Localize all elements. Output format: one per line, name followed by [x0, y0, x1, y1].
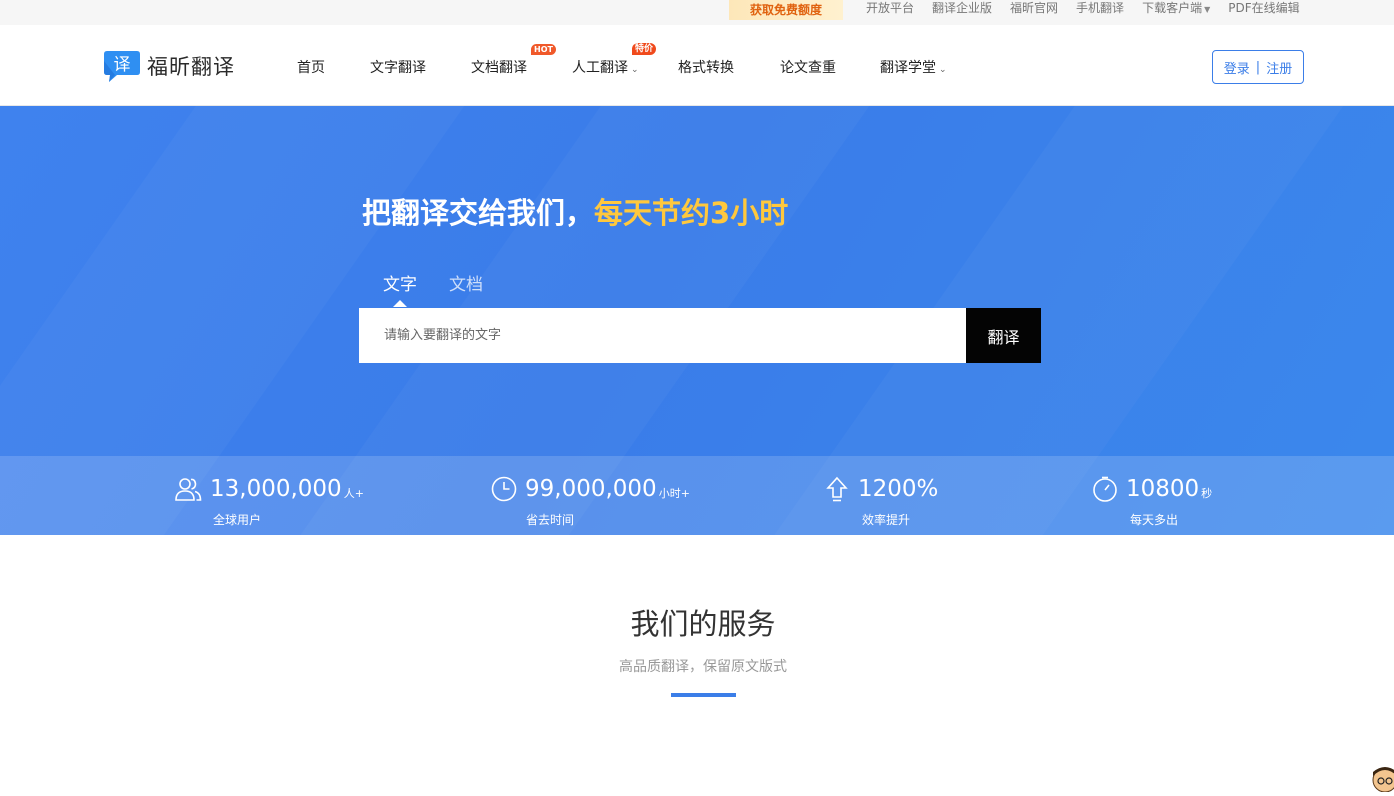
hero-banner: 把翻译交给我们，每天节约3小时 文字 文档 翻译 13,000,000 人+ 全…	[0, 106, 1394, 535]
login-register-button[interactable]: 登录 | 注册	[1212, 50, 1304, 84]
stat-time-saved: 99,000,000 小时+ 省去时间	[491, 476, 690, 527]
translate-search-box: 翻译	[359, 308, 1041, 363]
services-title: 我们的服务	[630, 607, 776, 641]
translate-mode-tabs: 文字 文档	[383, 270, 483, 307]
nav-human-translate[interactable]: 人工翻译 ⌄ 特价	[572, 43, 657, 77]
stat-label: 效率提升	[862, 513, 911, 527]
hero-title: 把翻译交给我们，每天节约3小时	[362, 190, 788, 232]
tab-document[interactable]: 文档	[449, 270, 483, 295]
nav-text-translate[interactable]: 文字翻译	[370, 57, 426, 77]
nav-human-translate-label: 人工翻译	[572, 60, 628, 76]
stat-value: 99,000,000	[525, 476, 657, 502]
main-nav: 首页 文字翻译 文档翻译 HOT 人工翻译 ⌄ 特价 格式转换 论文查重 翻译学堂…	[0, 25, 1394, 106]
stat-efficiency: 1200% 效率提升	[826, 476, 940, 527]
register-link[interactable]: 注册	[1266, 58, 1292, 77]
users-icon	[175, 478, 202, 501]
nav-doc-translate-label: 文档翻译	[471, 60, 527, 76]
free-quota-link[interactable]: 获取免费额度	[729, 0, 843, 20]
stat-unit: 人+	[343, 487, 364, 500]
enterprise-link[interactable]: 翻译企业版	[932, 0, 992, 18]
download-client-label: 下载客户端	[1142, 1, 1203, 15]
hot-badge: HOT	[531, 44, 556, 55]
nav-home[interactable]: 首页	[297, 57, 325, 77]
stat-value: 13,000,000	[210, 476, 342, 502]
stat-label: 每天多出	[1130, 513, 1179, 527]
top-links: 开放平台 翻译企业版 福昕官网 手机翻译 下载客户端 ▼ PDF在线编辑	[866, 0, 1300, 18]
hero-title-highlight: 每天节约3小时	[594, 196, 789, 230]
open-platform-link[interactable]: 开放平台	[866, 0, 914, 18]
tab-text[interactable]: 文字	[383, 270, 417, 307]
nav-translation-academy[interactable]: 翻译学堂 ⌄	[880, 57, 947, 77]
stat-label: 全球用户	[213, 513, 262, 527]
stats-strip: 13,000,000 人+ 全球用户 99,000,000 小时+ 省去时间 1…	[0, 456, 1394, 535]
chevron-down-icon: ⌄	[631, 65, 639, 75]
timer-icon	[1093, 476, 1117, 502]
stat-value: 10800	[1126, 476, 1200, 502]
translate-button[interactable]: 翻译	[966, 308, 1041, 363]
download-client-link[interactable]: 下载客户端 ▼	[1142, 0, 1210, 18]
caret-down-icon: ▼	[1204, 5, 1211, 14]
mobile-translate-link[interactable]: 手机翻译	[1076, 0, 1124, 18]
stat-label: 省去时间	[526, 513, 575, 527]
nav-translation-academy-label: 翻译学堂	[880, 60, 936, 76]
top-utility-bar: 获取免费额度 开放平台 翻译企业版 福昕官网 手机翻译 下载客户端 ▼ PDF在线…	[0, 0, 1394, 25]
pdf-editor-link[interactable]: PDF在线编辑	[1228, 0, 1299, 18]
nav-doc-translate[interactable]: 文档翻译 HOT	[471, 44, 556, 77]
arrow-up-icon	[826, 476, 848, 502]
stat-extra-time: 10800 秒 每天多出	[1092, 476, 1213, 527]
main-header: 译 福昕翻译 首页 文字翻译 文档翻译 HOT 人工翻译 ⌄ 特价 格式转换 论文…	[0, 25, 1394, 106]
stat-unit: 小时+	[658, 487, 690, 500]
stat-unit: 秒	[1201, 487, 1213, 500]
nav-plagiarism-check[interactable]: 论文查重	[780, 57, 836, 77]
customer-service-mascot-icon[interactable]	[1367, 762, 1394, 793]
clock-icon	[491, 476, 517, 502]
official-site-link[interactable]: 福昕官网	[1010, 0, 1058, 18]
nav-format-convert[interactable]: 格式转换	[678, 57, 734, 77]
hero-title-main: 把翻译交给我们，	[362, 196, 595, 230]
services-subtitle: 高品质翻译，保留原文版式	[619, 659, 787, 675]
sale-badge: 特价	[632, 43, 657, 55]
login-link[interactable]: 登录	[1224, 58, 1250, 77]
stat-users: 13,000,000 人+ 全球用户	[174, 476, 364, 527]
chevron-down-icon: ⌄	[939, 65, 947, 75]
divider: |	[1255, 59, 1261, 75]
translate-input[interactable]	[359, 308, 966, 363]
title-underline	[671, 693, 736, 697]
stat-value: 1200%	[858, 476, 939, 502]
